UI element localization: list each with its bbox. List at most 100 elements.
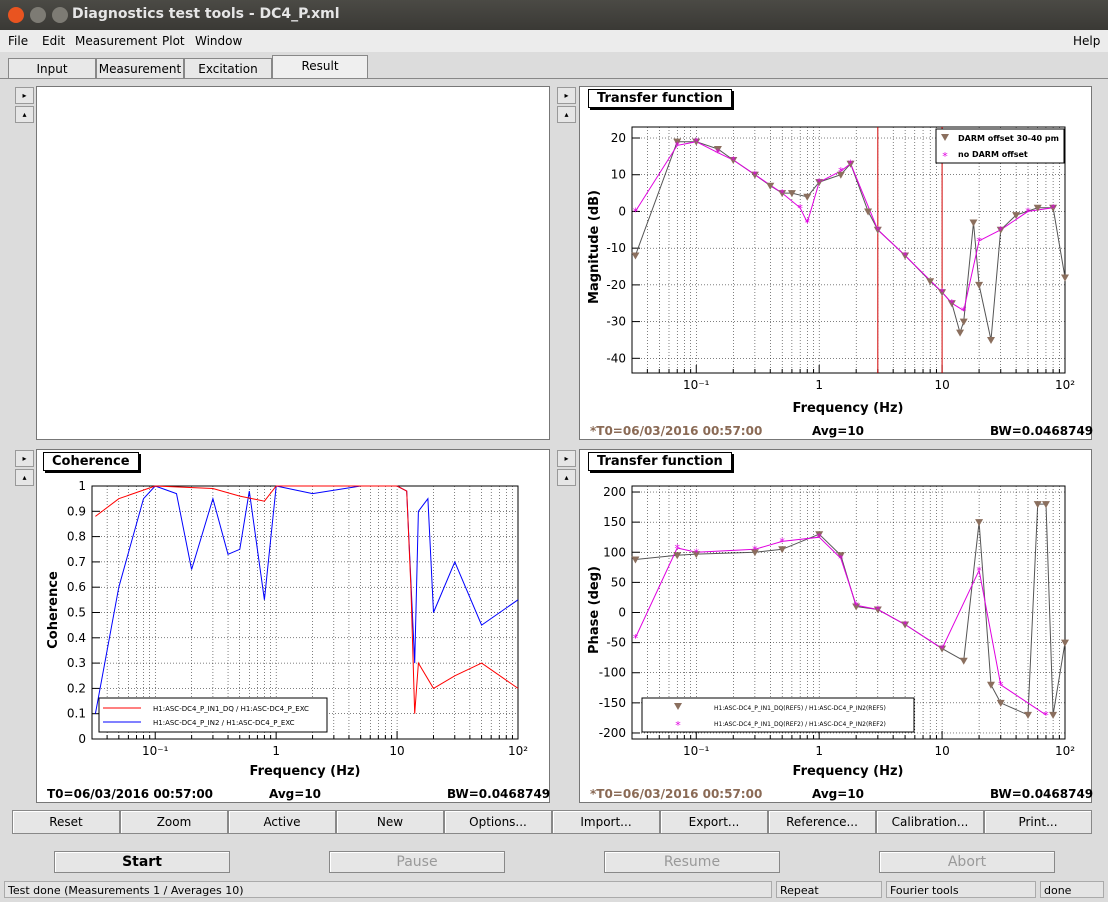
series-marker-ref2: * [939,643,945,656]
series-marker-ref2: * [853,599,859,612]
magnitude-plot-pad[interactable]: Transfer function Magnitude (dB) Frequen… [579,86,1094,440]
reset-button[interactable]: Reset [12,810,120,834]
y-tick-label: 0 [618,204,626,218]
x-axis-label: Frequency (Hz) [250,764,361,779]
menu-edit[interactable]: Edit [42,34,65,48]
y-axis-label: Coherence [46,571,61,649]
series-marker-no-darm-offset: * [902,250,908,263]
series-marker-ref2: * [998,679,1004,692]
options-button[interactable]: Options... [444,810,552,834]
y-tick-label: 0.8 [67,530,86,544]
pad-right-arrow-icon[interactable]: ▸ [557,87,576,104]
phase-chart: Phase (deg) Frequency (Hz) 200 150 100 50 0 -… [587,485,1075,779]
pad-up-arrow-icon[interactable]: ▴ [557,106,576,123]
series-marker-no-darm-offset: * [715,147,721,160]
series-marker-ref2: * [976,564,982,577]
legend-label: DARM offset 30-40 pm [958,134,1059,143]
pad-right-arrow-icon[interactable]: ▸ [557,450,576,467]
pad-up-arrow-icon[interactable]: ▴ [557,469,576,486]
series-marker-ref2: * [1043,709,1049,722]
legend-marker: * [675,719,681,732]
menu-window[interactable]: Window [195,34,242,48]
series-marker-no-darm-offset: * [779,187,785,200]
menu-plot[interactable]: Plot [162,34,185,48]
pad-up-arrow-icon[interactable]: ▴ [15,469,34,486]
series-marker-no-darm-offset: * [961,305,967,318]
empty-plot-pad[interactable] [36,86,550,440]
y-tick-label: 10 [611,168,626,182]
footer-avg: Avg=10 [269,787,322,801]
series-marker-no-darm-offset: * [949,297,955,310]
series-marker-no-darm-offset: * [694,136,700,149]
coherence-plot-pad[interactable]: Coherence Coherence Frequency (Hz) 1 0.9 0… [36,449,550,803]
x-tick-label: 10 [389,744,404,758]
y-tick-label: -20 [606,278,626,292]
y-tick-label: 0.2 [67,681,86,695]
menu-help[interactable]: Help [1073,34,1100,48]
close-icon[interactable] [8,7,24,23]
print-button[interactable]: Print... [984,810,1092,834]
series-marker-ref2: * [838,552,844,565]
x-axis-label: Frequency (Hz) [793,764,904,779]
reference-button[interactable]: Reference... [768,810,876,834]
calibration-button[interactable]: Calibration... [876,810,984,834]
tab-input[interactable]: Input [8,58,96,78]
pad-right-arrow-icon[interactable]: ▸ [15,87,34,104]
y-tick-label: 0.9 [67,504,86,518]
phase-plot-pad[interactable]: Transfer function Phase (deg) Frequency … [579,449,1093,803]
window-titlebar: Diagnostics test tools - DC4_P.xml [0,0,1108,30]
menu-file[interactable]: File [8,34,28,48]
legend-label: H1:ASC-DC4_P_IN1_DQ / H1:ASC-DC4_P_EXC [153,705,309,713]
series-marker-ref2: * [875,603,881,616]
legend-marker: * [942,150,948,163]
y-axis-label: Phase (deg) [587,566,602,654]
series-marker-ref2: * [752,543,758,556]
legend-label: H1:ASC-DC4_P_IN2 / H1:ASC-DC4_P_EXC [153,719,295,727]
pad-right-arrow-icon[interactable]: ▸ [15,450,34,467]
y-tick-label: -150 [599,696,626,710]
series-marker-no-darm-offset: * [875,224,881,237]
series-marker-no-darm-offset: * [838,165,844,178]
active-button[interactable]: Active [228,810,336,834]
action-button-row: Reset Zoom Active New Options... Import.… [12,810,1092,834]
footer-t0: *T0=06/03/2016 00:57:00 [590,787,763,801]
series-marker-ref2: * [902,619,908,632]
tab-measurement[interactable]: Measurement [96,58,184,78]
y-tick-label: 0.5 [67,606,86,620]
y-tick-label: 0 [618,606,626,620]
resume-button[interactable]: Resume [604,851,780,873]
series-marker-ref2: * [674,542,680,555]
y-tick-label: 150 [603,515,626,529]
menu-measurement[interactable]: Measurement [75,34,157,48]
x-tick-label: 10² [1055,378,1075,392]
footer-bw: BW=0.0468749 [447,787,551,801]
pad-up-arrow-icon[interactable]: ▴ [15,106,34,123]
y-tick-label: 0.6 [67,580,86,594]
footer-bw: BW=0.0468749 [990,424,1094,438]
tab-bar: Input Measurement Excitation Result [8,55,368,78]
maximize-icon[interactable] [52,7,68,23]
start-button[interactable]: Start [54,851,230,873]
tab-result[interactable]: Result [272,55,368,78]
y-tick-label: 0 [78,732,86,746]
series-marker-no-darm-offset: * [976,235,982,248]
tab-excitation[interactable]: Excitation [184,58,272,78]
series-marker-no-darm-offset: * [797,202,803,215]
footer-avg: Avg=10 [812,424,865,438]
abort-button[interactable]: Abort [879,851,1055,873]
pause-button[interactable]: Pause [329,851,505,873]
y-tick-label: 50 [611,575,626,589]
y-tick-label: -100 [599,666,626,680]
series-marker-no-darm-offset: * [816,176,822,189]
series-marker-no-darm-offset: * [805,216,811,229]
new-button[interactable]: New [336,810,444,834]
status-tools: Fourier tools [886,881,1036,898]
y-tick-label: 100 [603,545,626,559]
import-button[interactable]: Import... [552,810,660,834]
minimize-icon[interactable] [30,7,46,23]
zoom-button[interactable]: Zoom [120,810,228,834]
x-axis-label: Frequency (Hz) [793,401,904,416]
x-tick-label: 10² [508,744,528,758]
export-button[interactable]: Export... [660,810,768,834]
status-bar: Test done (Measurements 1 / Averages 10)… [4,881,1104,899]
